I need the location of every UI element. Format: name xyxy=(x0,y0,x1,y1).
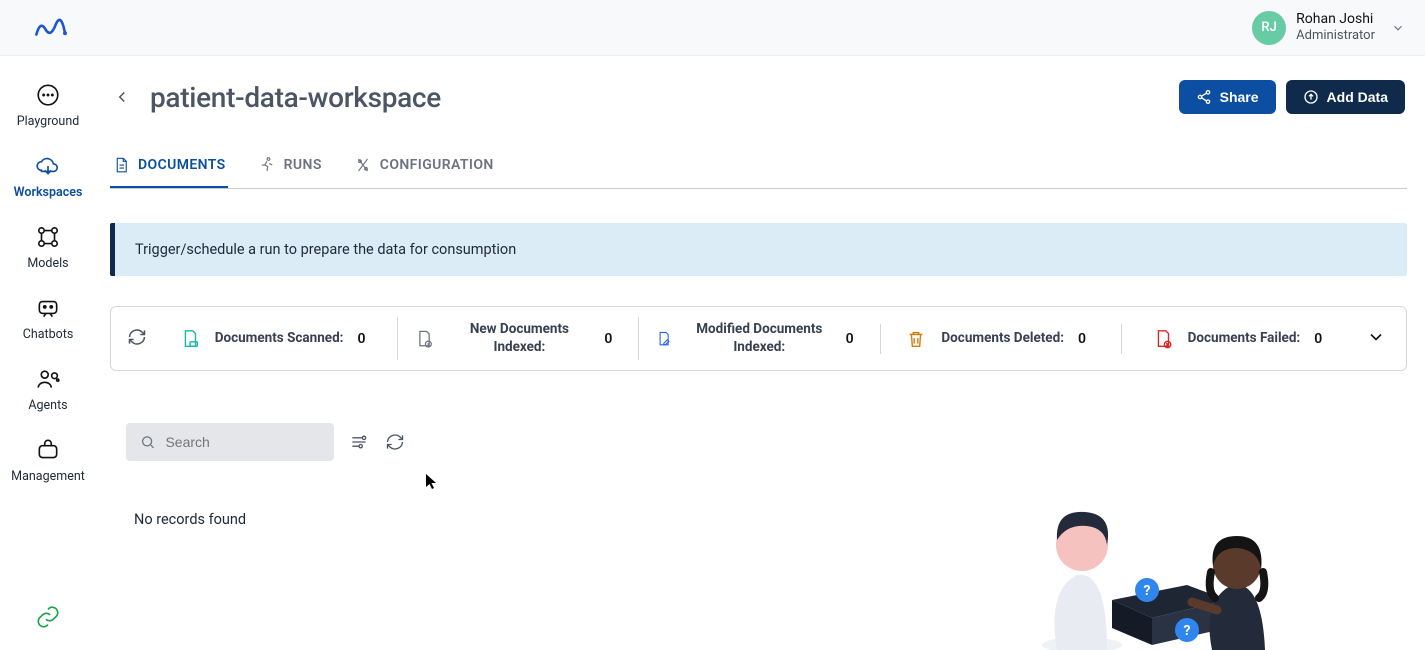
cloud-icon xyxy=(35,153,61,179)
logo[interactable] xyxy=(32,15,72,41)
refresh-icon xyxy=(127,327,147,347)
sidebar: Playground Workspaces Models Chatbots Ag… xyxy=(0,56,96,640)
sidebar-item-management[interactable]: Management xyxy=(0,429,96,494)
doc-scanned-icon xyxy=(179,328,201,350)
search-icon xyxy=(140,433,155,451)
tab-label: CONFIGURATION xyxy=(380,157,494,173)
runs-icon xyxy=(258,156,276,174)
stat-label: Documents Failed: xyxy=(1188,330,1301,348)
stat-failed: Documents Failed: 0 xyxy=(1121,324,1352,354)
stat-label: Documents Scanned: xyxy=(215,330,344,348)
tab-documents[interactable]: DOCUMENTS xyxy=(110,148,228,188)
stats-bar: Documents Scanned: 0 New Documents Index… xyxy=(110,306,1407,371)
chevron-down-icon xyxy=(1366,327,1386,347)
tab-configuration[interactable]: CONFIGURATION xyxy=(352,148,496,188)
tab-runs[interactable]: RUNS xyxy=(256,148,324,188)
main-content: patient-data-workspace Share Add Data DO… xyxy=(110,80,1407,640)
sidebar-item-models[interactable]: Models xyxy=(0,216,96,281)
back-button[interactable] xyxy=(110,85,134,109)
svg-text:?: ? xyxy=(1184,623,1191,639)
sidebar-item-label: Playground xyxy=(17,114,80,129)
stat-label: New Documents Indexed: xyxy=(448,321,590,356)
stats-refresh-button[interactable] xyxy=(127,327,147,351)
config-icon xyxy=(354,156,372,174)
stat-modified-indexed: Modified Documents Indexed: 0 xyxy=(638,317,869,360)
trash-icon xyxy=(905,328,927,350)
agents-icon xyxy=(35,366,61,392)
stat-new-indexed: New Documents Indexed: 0 xyxy=(397,317,628,360)
cursor-icon xyxy=(426,474,438,490)
stat-deleted: Documents Deleted: 0 xyxy=(880,324,1111,354)
refresh-icon xyxy=(385,432,405,452)
sidebar-item-workspaces[interactable]: Workspaces xyxy=(0,145,96,210)
banner-text: Trigger/schedule a run to prepare the da… xyxy=(135,241,516,258)
stat-value: 0 xyxy=(1078,331,1086,347)
user-text: Rohan Joshi Administrator xyxy=(1296,11,1375,43)
filter-button[interactable] xyxy=(348,431,370,453)
user-menu[interactable]: RJ Rohan Joshi Administrator xyxy=(1252,11,1405,45)
stat-value: 0 xyxy=(604,331,612,347)
stat-label: Modified Documents Indexed: xyxy=(687,321,832,356)
upload-icon xyxy=(1303,89,1319,105)
sidebar-item-label: Management xyxy=(11,469,85,484)
search-row xyxy=(110,423,1407,461)
tab-label: RUNS xyxy=(284,157,322,173)
sidebar-item-label: Workspaces xyxy=(14,185,83,200)
svg-text:?: ? xyxy=(1144,583,1151,599)
title-row: patient-data-workspace Share Add Data xyxy=(110,80,1407,114)
models-icon xyxy=(35,224,61,250)
sliders-icon xyxy=(349,432,369,452)
empty-state-text: No records found xyxy=(110,511,1407,528)
stat-value: 0 xyxy=(846,331,854,347)
top-bar: RJ Rohan Joshi Administrator xyxy=(0,0,1425,56)
page-title: patient-data-workspace xyxy=(150,81,441,114)
table-refresh-button[interactable] xyxy=(384,431,406,453)
tabs: DOCUMENTS RUNS CONFIGURATION xyxy=(110,148,1407,189)
chat-icon xyxy=(35,82,61,108)
tab-label: DOCUMENTS xyxy=(138,157,226,173)
sidebar-item-label: Agents xyxy=(28,398,67,413)
sidebar-item-label: Models xyxy=(27,256,68,271)
stats-expand-button[interactable] xyxy=(1362,327,1390,351)
search-box[interactable] xyxy=(126,423,334,461)
stat-label: Documents Deleted: xyxy=(941,330,1064,348)
search-input[interactable] xyxy=(165,434,320,450)
user-name: Rohan Joshi xyxy=(1296,11,1375,28)
doc-failed-icon xyxy=(1152,328,1174,350)
chevron-down-icon xyxy=(1391,21,1405,35)
empty-state-illustration: ? ? xyxy=(1027,480,1307,650)
sidebar-item-agents[interactable]: Agents xyxy=(0,358,96,423)
sidebar-item-chatbots[interactable]: Chatbots xyxy=(0,287,96,352)
stat-value: 0 xyxy=(358,331,366,347)
info-banner: Trigger/schedule a run to prepare the da… xyxy=(110,223,1407,276)
add-data-label: Add Data xyxy=(1327,89,1388,105)
avatar: RJ xyxy=(1252,11,1286,45)
share-button[interactable]: Share xyxy=(1179,80,1276,114)
sidebar-item-link[interactable] xyxy=(0,596,96,640)
chevron-left-icon xyxy=(113,88,131,106)
chatbot-icon xyxy=(35,295,61,321)
sidebar-item-label: Chatbots xyxy=(23,327,74,342)
link-icon xyxy=(35,604,61,630)
briefcase-icon xyxy=(35,437,61,463)
document-icon xyxy=(112,156,130,174)
logo-icon xyxy=(32,15,72,41)
sidebar-item-playground[interactable]: Playground xyxy=(0,74,96,139)
share-icon xyxy=(1196,89,1212,105)
stat-scanned: Documents Scanned: 0 xyxy=(157,324,387,354)
doc-modified-icon xyxy=(655,328,673,350)
user-role: Administrator xyxy=(1296,28,1375,44)
doc-new-icon xyxy=(414,328,434,350)
stat-value: 0 xyxy=(1314,331,1322,347)
add-data-button[interactable]: Add Data xyxy=(1286,80,1405,114)
share-label: Share xyxy=(1220,89,1259,105)
